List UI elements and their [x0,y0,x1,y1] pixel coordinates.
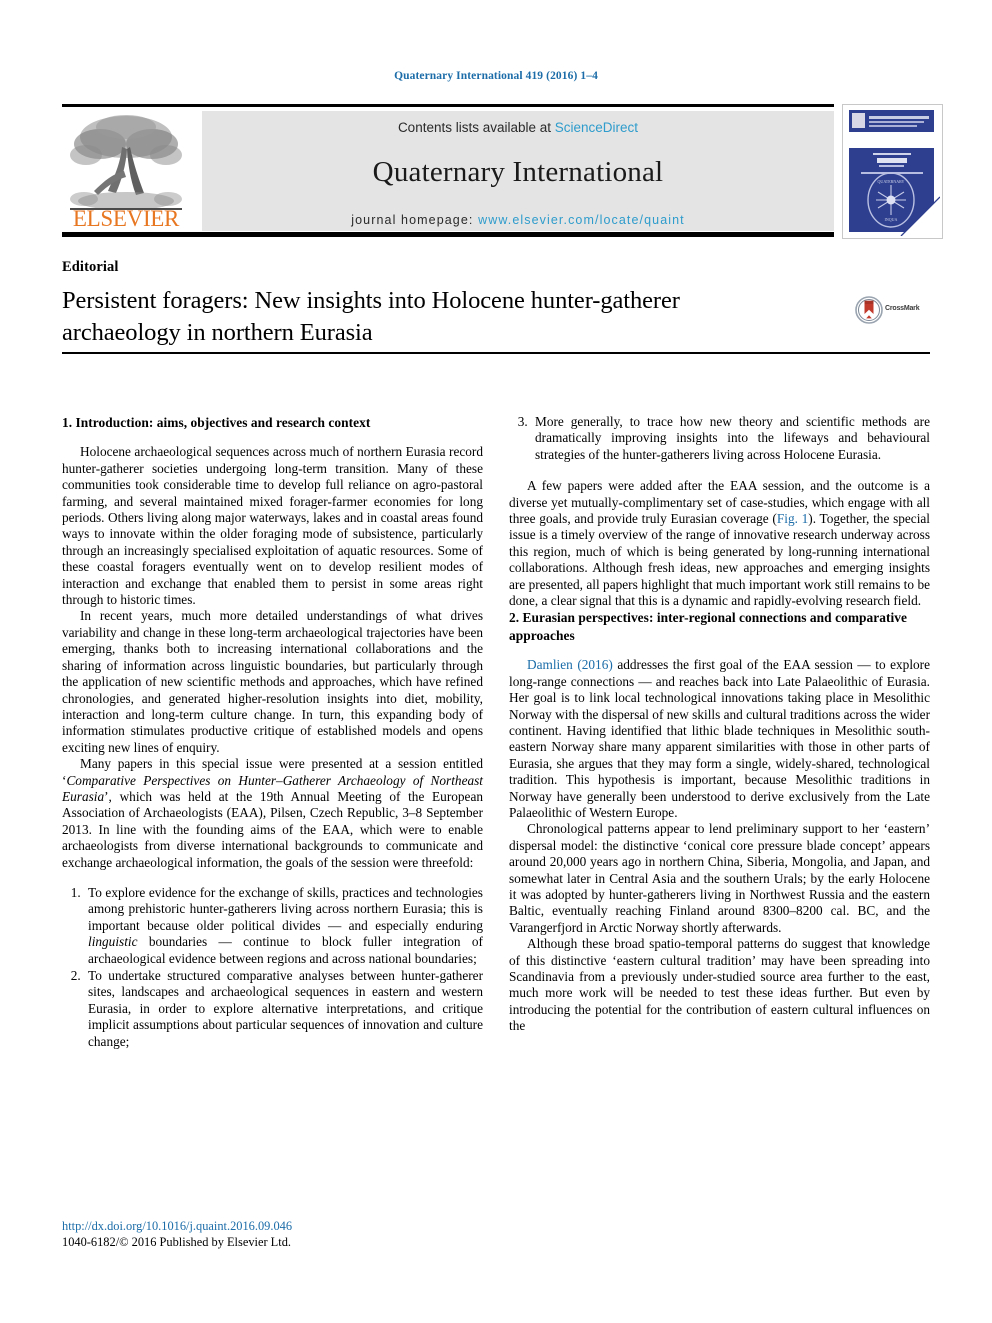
session-goals-list-continued: More generally, to trace how new theory … [509,414,930,463]
svg-text:QUATERNARY: QUATERNARY [878,179,905,184]
paragraph-eaa-session: Many papers in this special issue were p… [62,756,483,871]
paragraph-spatio-temporal: Although these broad spatio-temporal pat… [509,936,930,1034]
crossmark-icon [855,296,883,324]
title-rule [62,352,930,354]
damlien-citation-link[interactable]: Damlien (2016) [527,657,613,672]
paragraph-special-issue-overview: A few papers were added after the EAA se… [509,478,930,609]
figure-1-link[interactable]: Fig. 1 [777,511,808,526]
article-type-label: Editorial [62,259,119,275]
goal3-text: More generally, to trace how new theory … [535,414,930,462]
journal-homepage-line: journal homepage: www.elsevier.com/locat… [202,213,834,227]
list-item: To explore evidence for the exchange of … [84,885,483,967]
goal1-after: boundaries — continue to block fuller in… [88,934,483,966]
damlien-rest: addresses the first goal of the EAA sess… [509,657,931,820]
list-item: More generally, to trace how new theory … [531,414,930,463]
section-heading-eurasian-perspectives: 2. Eurasian perspectives: inter-regional… [509,610,908,643]
goal2-text: To undertake structured comparative anal… [88,968,483,1049]
masthead-rule-top [62,104,834,107]
elsevier-logo: ELSEVIER [64,111,188,231]
section-heading-introduction: 1. Introduction: aims, objectives and re… [62,415,371,430]
paragraph-chronological-patterns: Chronological patterns appear to lend pr… [509,821,930,935]
journal-cover-thumbnail[interactable]: QUATERNARY INQUA [842,104,943,239]
crossmark-label: CrossMark [885,305,920,312]
sciencedirect-link[interactable]: ScienceDirect [555,120,638,135]
masthead-rule-bottom [62,232,834,237]
running-head: Quaternary International 419 (2016) 1–4 [394,70,598,82]
left-column: 1. Introduction: aims, objectives and re… [62,414,483,1051]
page-title: Persistent foragers: New insights into H… [62,287,680,347]
journal-homepage-label: journal homepage: [351,213,479,227]
contents-lists-label: Contents lists available at [397,120,555,135]
journal-cover-image: QUATERNARY INQUA [843,105,941,237]
eaa-text-after: ’, which was held at the 19th Annual Mee… [62,788,483,870]
page-footer: http://dx.doi.org/10.1016/j.quaint.2016.… [62,1219,492,1251]
right-column: More generally, to trace how new theory … [509,414,930,1035]
paragraph-recent-years: In recent years, much more detailed unde… [62,608,483,755]
goal1-before: To explore evidence for the exchange of … [88,884,483,933]
elsevier-tree-icon [70,115,182,210]
copyright-line: 1040-6182/© 2016 Published by Elsevier L… [62,1234,291,1249]
goal1-italic: linguistic [88,934,138,950]
journal-article-page: Quaternary International 419 (2016) 1–4 [0,0,992,1323]
contents-lists-line: Contents lists available at ScienceDirec… [202,120,834,135]
svg-text:INQUA: INQUA [885,217,898,222]
paragraph-damlien: Damlien (2016) addresses the first goal … [509,657,930,821]
journal-masthead: ELSEVIER Contents lists available at Sci… [62,104,943,239]
crossmark-badge[interactable]: CrossMark [855,296,931,326]
journal-title: Quaternary International [372,156,664,188]
sciencedirect-band: Contents lists available at ScienceDirec… [202,111,834,231]
paragraph-holocene-sequences: Holocene archaeological sequences across… [62,444,483,608]
elsevier-wordmark: ELSEVIER [72,206,180,231]
doi-link[interactable]: http://dx.doi.org/10.1016/j.quaint.2016.… [62,1219,492,1235]
journal-homepage-link[interactable]: www.elsevier.com/locate/quaint [478,213,685,227]
list-item: To undertake structured comparative anal… [84,968,483,1050]
session-goals-list: To explore evidence for the exchange of … [62,885,483,1050]
